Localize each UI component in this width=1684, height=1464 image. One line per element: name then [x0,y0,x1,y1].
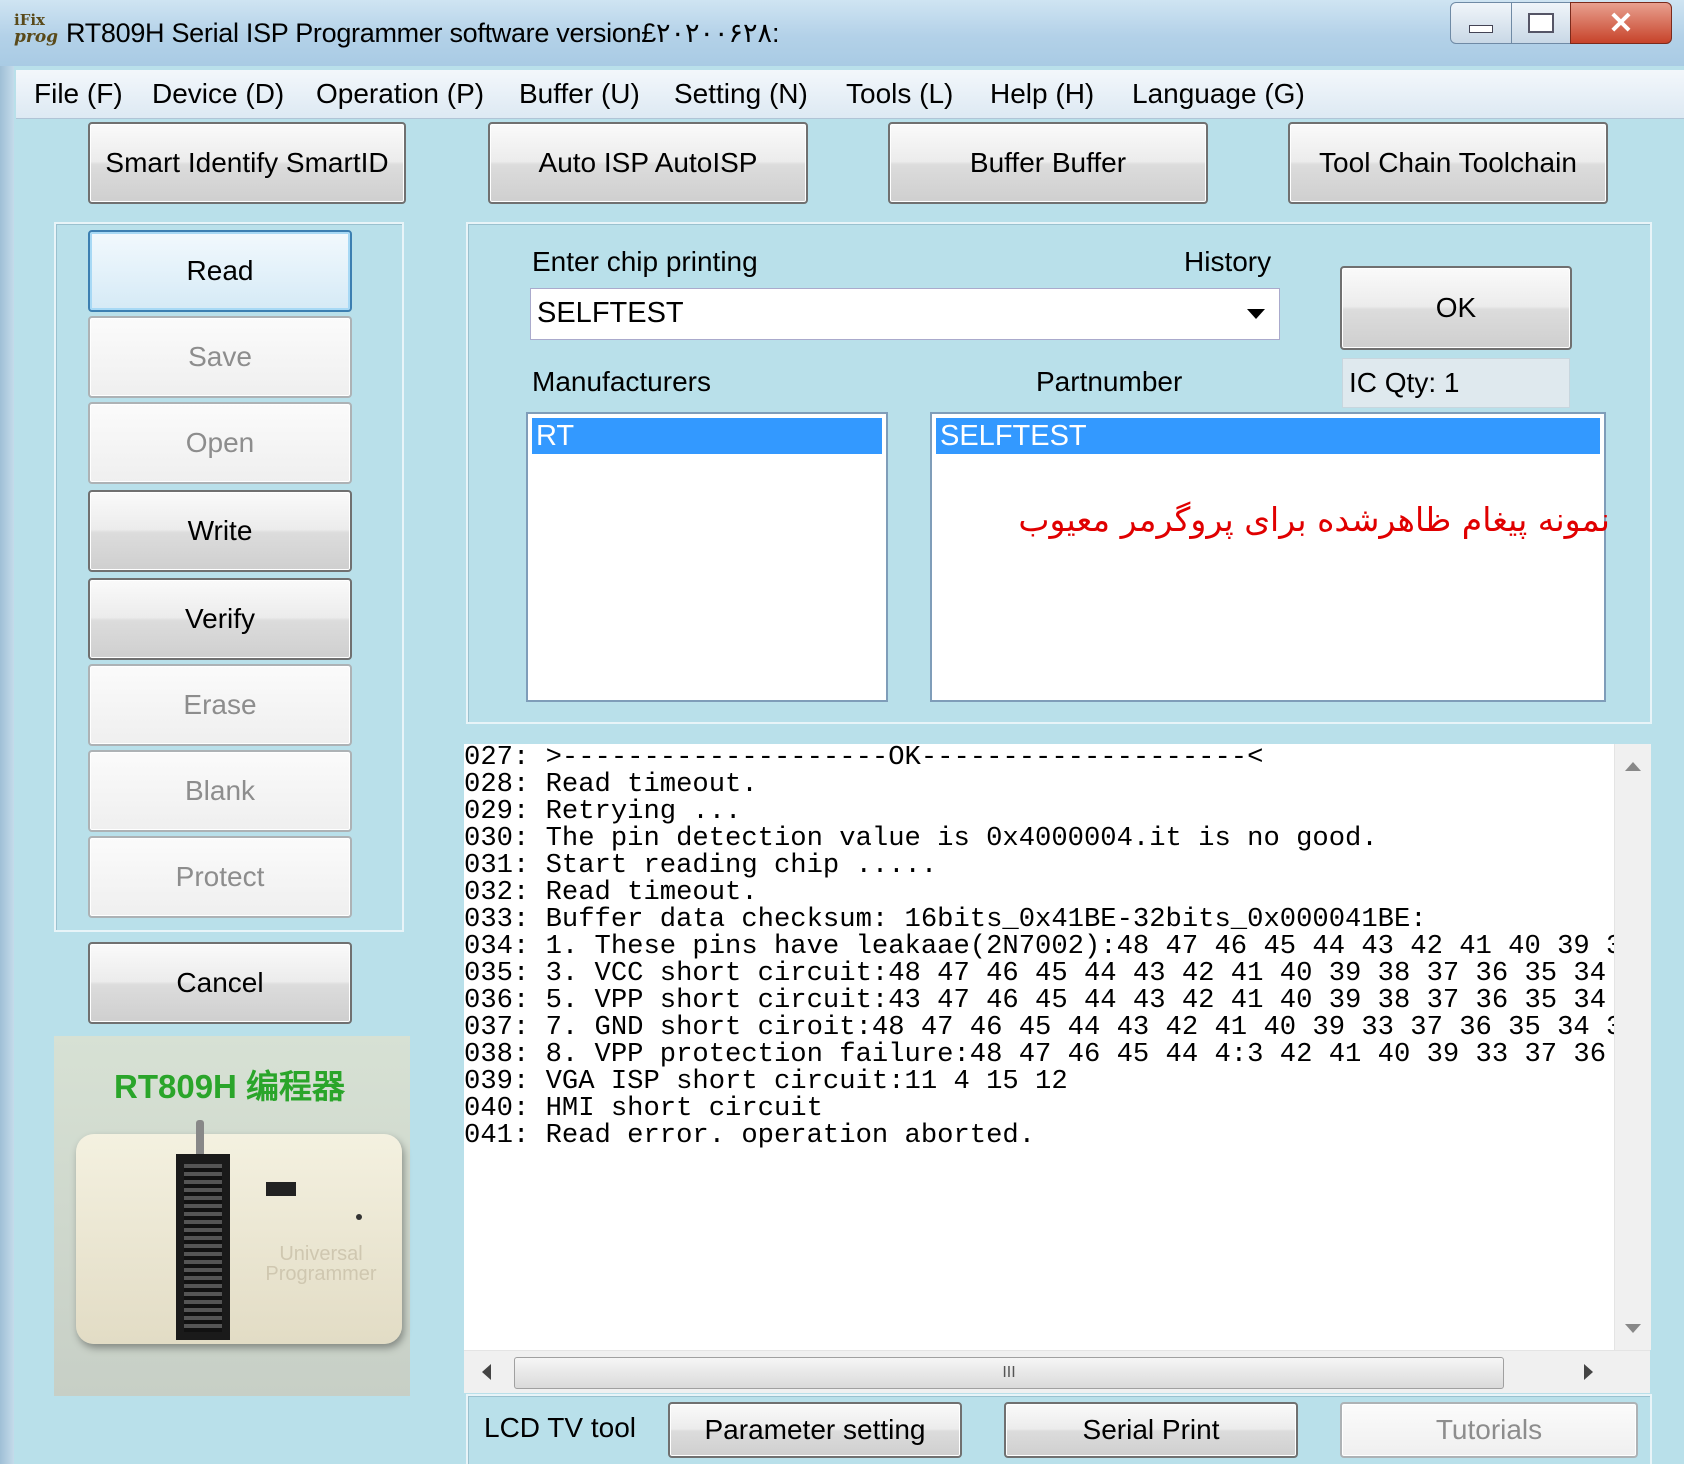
menu-setting[interactable]: Setting (N) [674,78,808,110]
blank-button[interactable]: Blank [88,750,352,832]
log-line: 041: Read error. operation aborted. [464,1120,1036,1151]
window-left-border [0,66,14,1464]
enter-chip-label: Enter chip printing [532,246,758,277]
tutorials-button[interactable]: Tutorials [1340,1402,1638,1458]
partnumber-label: Partnumber [1036,366,1183,397]
buffer-button[interactable]: Buffer Buffer [888,122,1208,204]
window-title: RT809H Serial ISP Programmer software ve… [66,18,780,48]
log-line: 038: 8. VPP protection failure:48 47 46 … [464,1039,1614,1070]
log-line: 033: Buffer data checksum: 16bits_0x41BE… [464,904,1427,935]
close-button[interactable]: ✕ [1570,2,1672,44]
scroll-left-icon[interactable] [482,1364,491,1380]
save-button[interactable]: Save [88,316,352,398]
menu-device[interactable]: Device (D) [152,78,284,110]
ic-qty-value: IC Qty: 1 [1349,367,1460,398]
write-button[interactable]: Write [88,490,352,572]
chip-printing-combobox[interactable]: SELFTEST [530,288,1280,340]
smart-identify-button[interactable]: Smart Identify SmartID [88,122,406,204]
minimize-button[interactable] [1450,2,1512,44]
log-line: 029: Retrying ... [464,796,742,827]
read-button[interactable]: Read [88,230,352,312]
log-line: 028: Read timeout. [464,769,758,800]
device-switch [266,1182,296,1196]
menu-tools[interactable]: Tools (L) [846,78,953,110]
device-led [356,1214,362,1220]
annotation-text: نمونه پیغام ظاهرشده برای پروگرمر معیوب [1018,500,1610,539]
manufacturers-label: Manufacturers [532,366,711,397]
minimize-icon [1469,25,1493,33]
dropdown-arrow-icon[interactable] [1247,309,1265,319]
ok-button[interactable]: OK [1340,266,1572,350]
log-line: 036: 5. VPP short circuit:43 47 46 45 44… [464,985,1614,1016]
menu-language[interactable]: Language (G) [1132,78,1305,110]
product-title: RT809H 编程器 [114,1068,346,1105]
scroll-up-icon[interactable] [1625,762,1641,771]
app-logo: iFix prog [14,11,59,47]
title-bar[interactable]: iFix prog RT809H Serial ISP Programmer s… [0,0,1684,66]
menu-help[interactable]: Help (H) [990,78,1094,110]
menu-operation[interactable]: Operation (P) [316,78,484,110]
auto-isp-button[interactable]: Auto ISP AutoISP [488,122,808,204]
scroll-grip-icon: III [1002,1364,1016,1381]
programmer-product-image: RT809H 编程器 Universal Programmer [54,1036,410,1396]
menu-buffer[interactable]: Buffer (U) [519,78,640,110]
list-item[interactable]: SELFTEST [936,418,1600,454]
tool-chain-button[interactable]: Tool Chain Toolchain [1288,122,1608,204]
log-line: 032: Read timeout. [464,877,758,908]
chip-printing-value: SELFTEST [537,297,684,329]
manufacturers-list[interactable]: RT [526,412,888,702]
maximize-icon [1528,13,1554,33]
protect-button[interactable]: Protect [88,836,352,918]
list-item[interactable]: RT [532,418,882,454]
device-label: Universal Programmer [265,1243,377,1285]
serial-print-button[interactable]: Serial Print [1004,1402,1298,1458]
erase-button[interactable]: Erase [88,664,352,746]
lcd-tv-tool-label: LCD TV tool [484,1412,636,1443]
app-window: iFix prog RT809H Serial ISP Programmer s… [0,0,1684,1464]
parameter-setting-button[interactable]: Parameter setting [668,1402,962,1458]
log-line: 035: 3. VCC short circuit:48 47 46 45 44… [464,958,1614,989]
cancel-button[interactable]: Cancel [88,942,352,1024]
ic-qty-box: IC Qty: 1 [1342,358,1570,408]
scroll-thumb[interactable]: III [514,1357,1504,1389]
log-output[interactable]: 027: >--------------------OK------------… [464,744,1651,1393]
log-lines: 027: >--------------------OK------------… [464,744,1614,1274]
log-line: 027: >--------------------OK------------… [464,744,1264,773]
horizontal-scrollbar[interactable]: III [464,1350,1650,1393]
menu-bar: File (F) Device (D) Operation (P) Buffer… [16,70,1684,119]
open-button[interactable]: Open [88,402,352,484]
log-line: 030: The pin detection value is 0x400000… [464,823,1378,854]
history-label: History [1184,246,1272,277]
close-icon: ✕ [1608,6,1634,40]
zif-socket [176,1154,230,1340]
scroll-down-icon[interactable] [1625,1324,1641,1333]
partnumber-list[interactable]: SELFTEST [930,412,1606,702]
log-line: 031: Start reading chip ..... [464,850,938,881]
programmer-device-illustration: Universal Programmer [76,1120,402,1344]
maximize-button[interactable] [1511,2,1571,44]
log-line: 034: 1. These pins have leakaae(2N7002):… [464,931,1614,962]
vertical-scrollbar[interactable] [1614,744,1651,1350]
verify-button[interactable]: Verify [88,578,352,660]
log-line: 037: 7. GND short ciroit:48 47 46 45 44 … [464,1012,1614,1043]
log-line: 040: HMI short circuit [464,1093,823,1124]
log-line: 039: VGA ISP short circuit:11 4 15 12 [464,1066,1068,1097]
scroll-right-icon[interactable] [1584,1364,1593,1380]
menu-file[interactable]: File (F) [34,78,123,110]
